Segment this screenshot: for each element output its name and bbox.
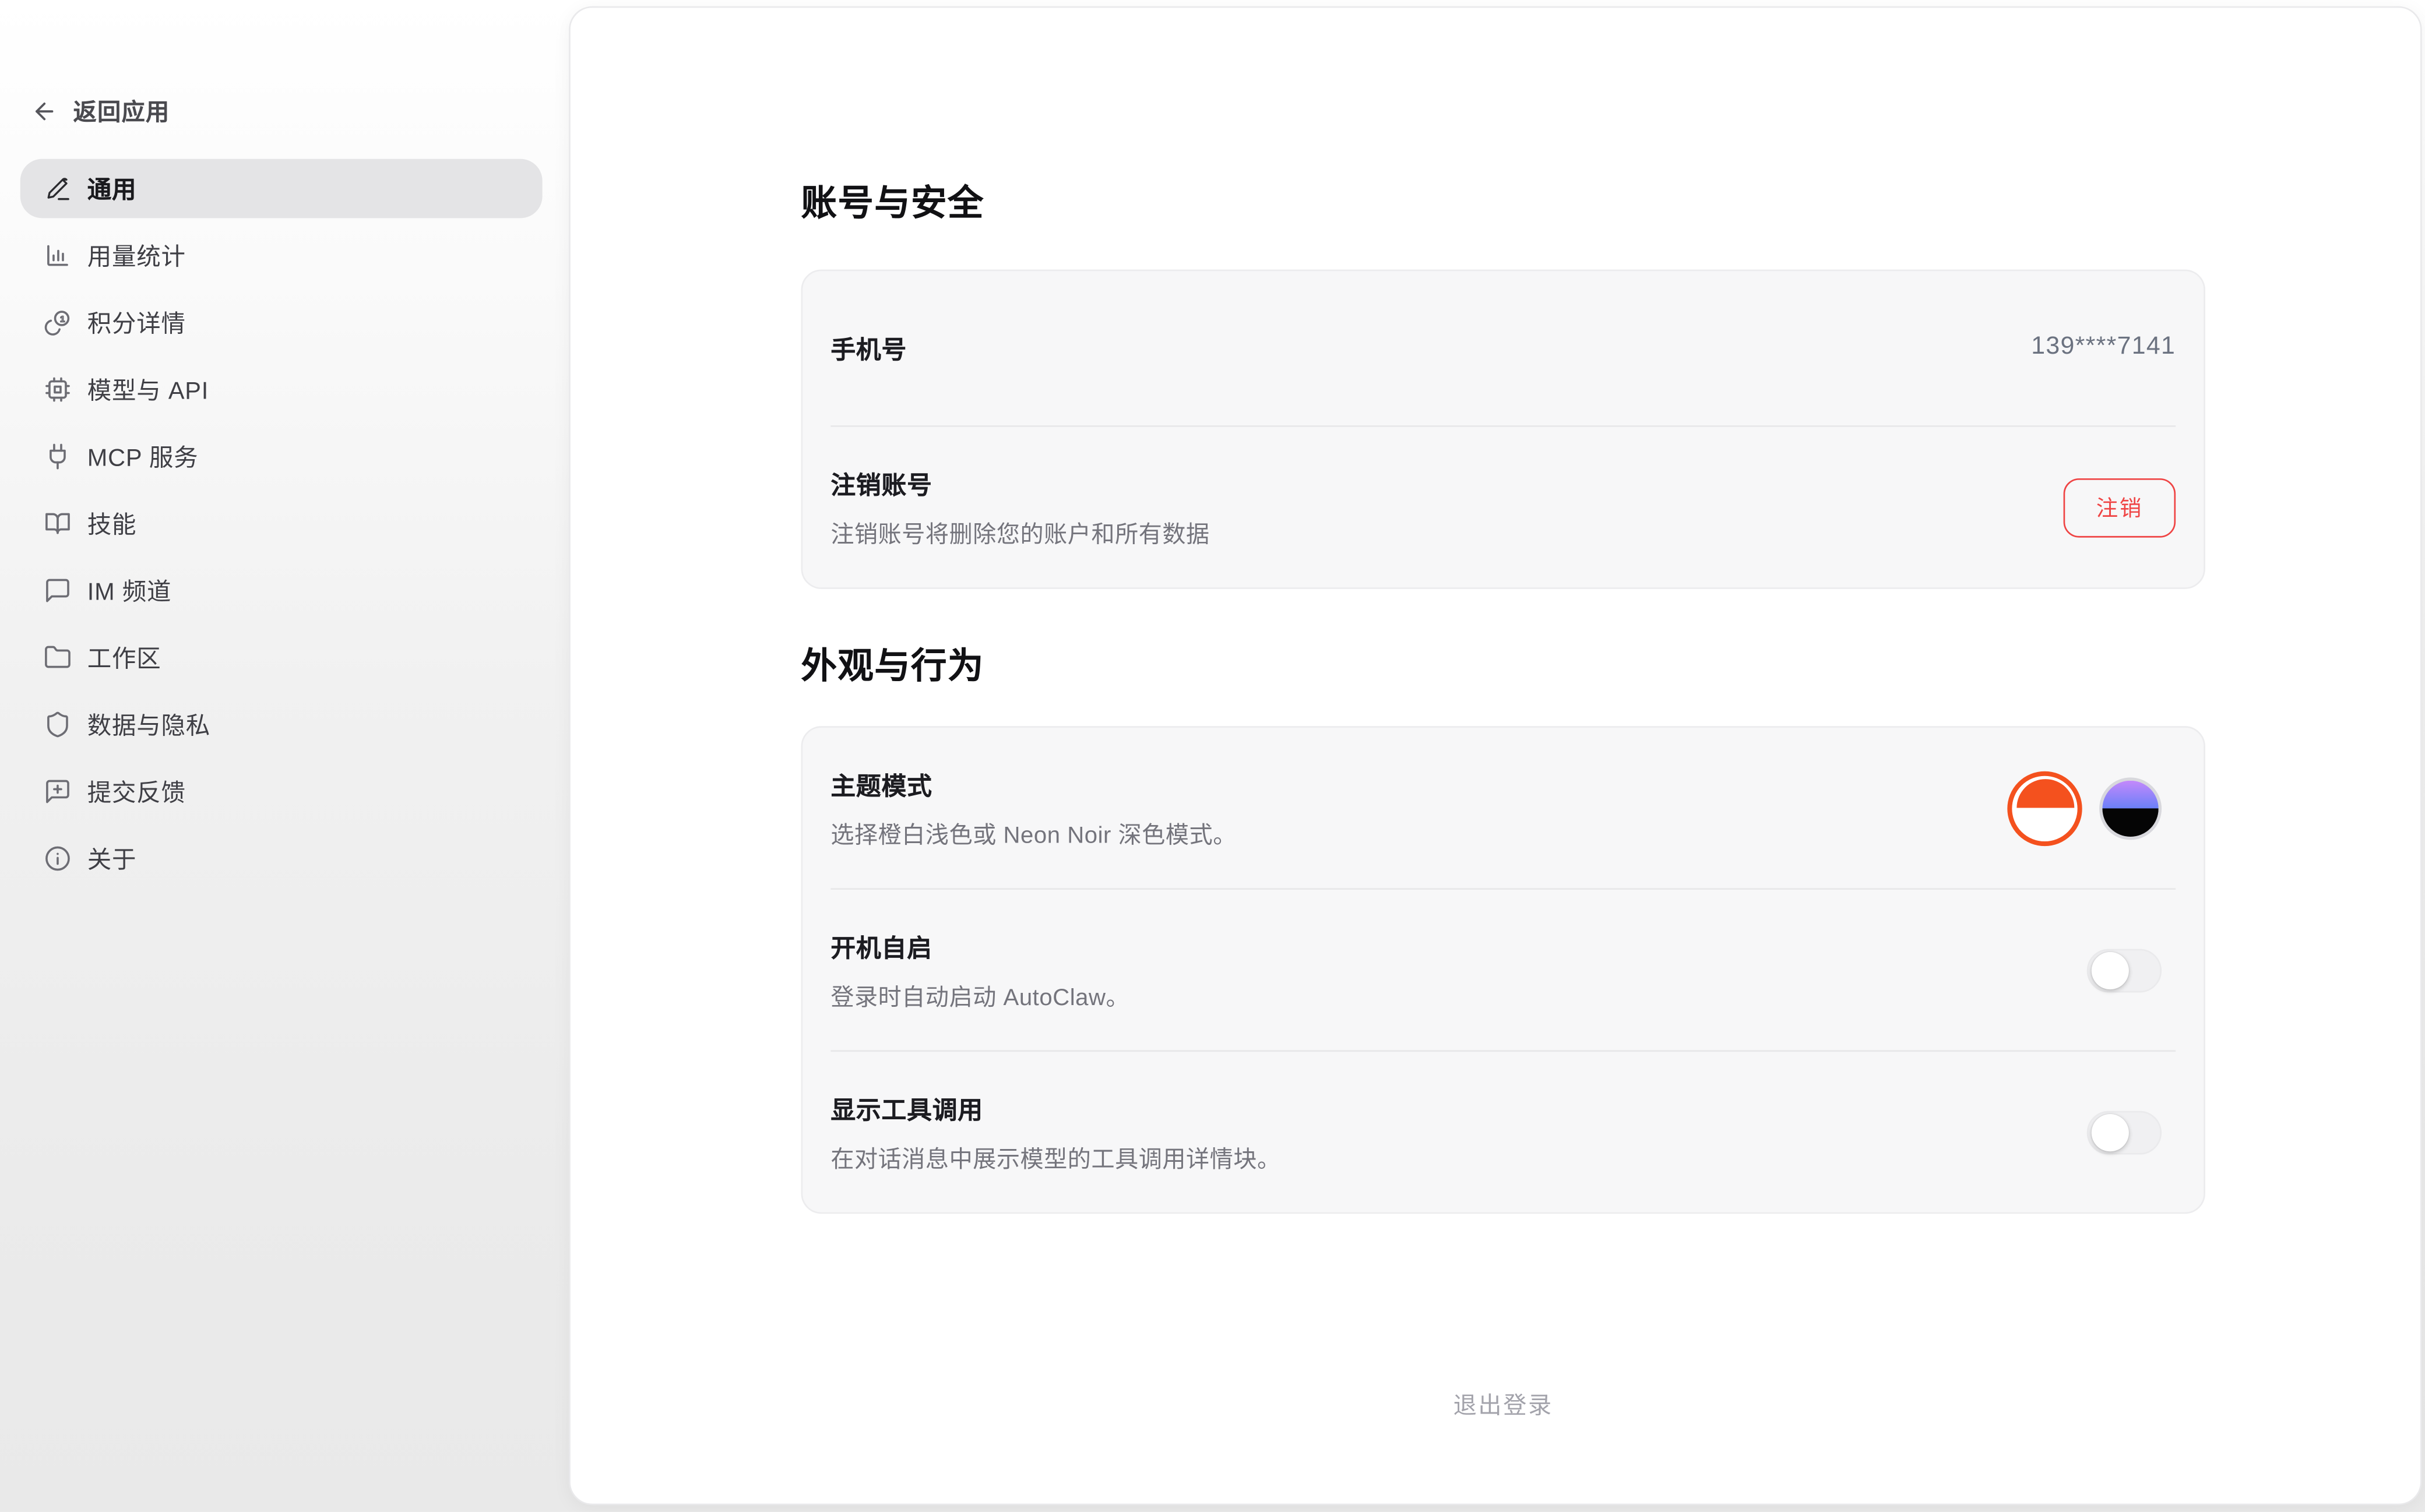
phone-row: 手机号 139****7141 — [803, 271, 2204, 425]
phone-label: 手机号 — [830, 329, 907, 366]
autostart-title: 开机自启 — [830, 927, 1129, 964]
sidebar-item-mcp[interactable]: MCP 服务 — [20, 427, 543, 487]
sidebar: 返回应用 通用 用量统计 1 积分详情 模型与 API MCP 服务 — [0, 0, 569, 1512]
sidebar-item-general[interactable]: 通用 — [20, 159, 543, 218]
pencil-icon — [44, 175, 72, 203]
sidebar-item-label: MCP 服务 — [87, 439, 199, 474]
svg-text:1: 1 — [60, 314, 65, 324]
autostart-row: 开机自启 登录时自动启动 AutoClaw。 — [803, 890, 2204, 1050]
back-label: 返回应用 — [73, 94, 170, 127]
toggle-knob — [2092, 1113, 2129, 1151]
delete-account-row: 注销账号 注销账号将删除您的账户和所有数据 注销 — [803, 427, 2204, 587]
appearance-card: 主题模式 选择橙白浅色或 Neon Noir 深色模式。 开机自启 登录时自动 — [801, 726, 2205, 1214]
sidebar-item-label: 积分详情 — [87, 305, 186, 340]
show-tool-calls-title: 显示工具调用 — [830, 1089, 1280, 1126]
sidebar-item-im-channels[interactable]: IM 频道 — [20, 561, 543, 621]
delete-account-title: 注销账号 — [830, 464, 1209, 502]
sidebar-item-feedback[interactable]: 提交反馈 — [20, 762, 543, 822]
sidebar-item-label: 工作区 — [87, 640, 161, 675]
sidebar-item-label: 关于 — [87, 841, 137, 876]
back-button[interactable]: 返回应用 — [31, 89, 170, 132]
sidebar-item-label: IM 频道 — [87, 573, 171, 608]
sidebar-item-label: 用量统计 — [87, 238, 186, 273]
plug-icon — [44, 442, 72, 470]
theme-swatches — [2007, 770, 2162, 845]
sidebar-item-models-api[interactable]: 模型与 API — [20, 360, 543, 420]
coins-icon: 1 — [44, 308, 72, 336]
sidebar-item-about[interactable]: 关于 — [20, 829, 543, 889]
delete-account-button[interactable]: 注销 — [2064, 478, 2176, 537]
bar-chart-icon — [44, 241, 72, 269]
book-open-icon — [44, 509, 72, 537]
autostart-toggle[interactable] — [2087, 948, 2162, 992]
settings-panel: 账号与安全 手机号 139****7141 注销账号 注销账号将删除您的账户和所… — [569, 6, 2422, 1506]
theme-light-swatch[interactable] — [2007, 770, 2082, 845]
section-title-appearance: 外观与行为 — [801, 642, 2205, 689]
account-security-card: 手机号 139****7141 注销账号 注销账号将删除您的账户和所有数据 注销 — [801, 270, 2205, 589]
settings-screen: 返回应用 通用 用量统计 1 积分详情 模型与 API MCP 服务 — [0, 0, 2425, 1512]
sidebar-item-label: 提交反馈 — [87, 774, 186, 809]
arrow-left-icon — [31, 97, 57, 124]
theme-mode-title: 主题模式 — [830, 765, 1237, 802]
sidebar-item-label: 模型与 API — [87, 372, 209, 407]
sidebar-item-label: 技能 — [87, 506, 137, 541]
delete-account-description: 注销账号将删除您的账户和所有数据 — [830, 517, 1209, 550]
cpu-icon — [44, 375, 72, 403]
theme-light-swatch-fill — [2016, 779, 2074, 837]
toggle-knob — [2092, 951, 2129, 989]
theme-mode-row: 主题模式 选择橙白浅色或 Neon Noir 深色模式。 — [803, 728, 2204, 888]
theme-dark-swatch[interactable] — [2099, 777, 2162, 839]
show-tool-calls-description: 在对话消息中展示模型的工具调用详情块。 — [830, 1142, 1280, 1175]
settings-nav: 通用 用量统计 1 积分详情 模型与 API MCP 服务 技能 — [20, 159, 543, 896]
message-square-plus-icon — [44, 777, 72, 805]
tool-calls-toggle[interactable] — [2087, 1110, 2162, 1154]
sidebar-item-usage-stats[interactable]: 用量统计 — [20, 226, 543, 286]
message-square-icon — [44, 576, 72, 604]
sidebar-item-label: 数据与隐私 — [87, 707, 210, 742]
sidebar-item-data-privacy[interactable]: 数据与隐私 — [20, 695, 543, 755]
show-tool-calls-row: 显示工具调用 在对话消息中展示模型的工具调用详情块。 — [803, 1052, 2204, 1212]
sidebar-item-label: 通用 — [87, 171, 137, 206]
shield-icon — [44, 710, 72, 738]
sidebar-item-credits[interactable]: 1 积分详情 — [20, 293, 543, 353]
theme-mode-description: 选择橙白浅色或 Neon Noir 深色模式。 — [830, 818, 1237, 851]
sidebar-item-workspace[interactable]: 工作区 — [20, 628, 543, 688]
logout-button[interactable]: 退出登录 — [801, 1388, 2205, 1421]
folder-icon — [44, 643, 72, 671]
phone-value: 139****7141 — [2031, 333, 2176, 361]
info-icon — [44, 844, 72, 872]
sidebar-item-skills[interactable]: 技能 — [20, 494, 543, 554]
section-title-account-security: 账号与安全 — [801, 179, 2205, 226]
settings-content: 账号与安全 手机号 139****7141 注销账号 注销账号将删除您的账户和所… — [801, 8, 2205, 1421]
autostart-description: 登录时自动启动 AutoClaw。 — [830, 980, 1129, 1013]
